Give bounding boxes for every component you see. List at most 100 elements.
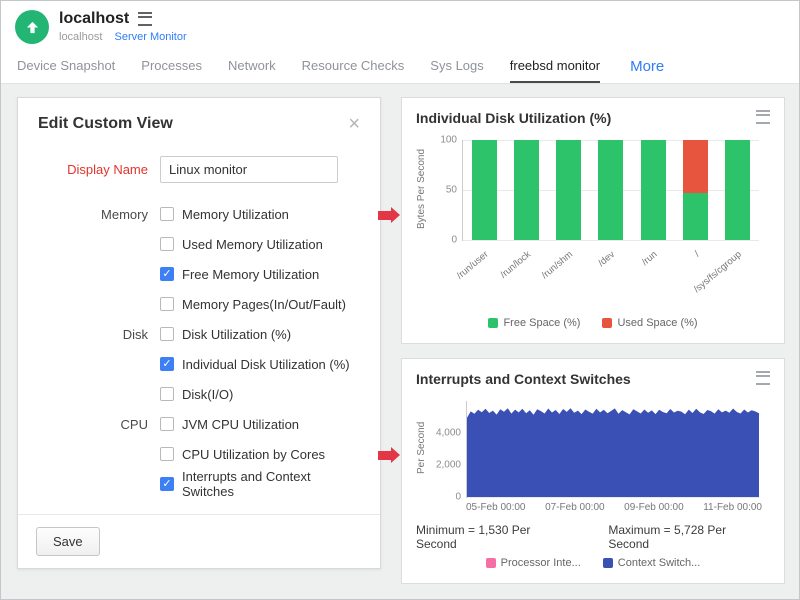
checkbox-cpu-utilization-by-cores[interactable]	[160, 447, 174, 461]
title-menu-icon[interactable]	[138, 12, 152, 26]
metric-label-used-memory-utilization: Used Memory Utilization	[182, 237, 323, 252]
legend-label: Free Space (%)	[503, 317, 580, 329]
maximum-value: Maximum = 5,728 Per Second	[608, 523, 770, 551]
metric-label-individual-disk-utilization: Individual Disk Utilization (%)	[182, 357, 350, 372]
checkbox-disk-utilization[interactable]	[160, 327, 174, 341]
x-label-col: /dev	[589, 244, 631, 286]
checkbox-individual-disk-utilization[interactable]	[160, 357, 174, 371]
metric-label-interrupts-and-context-switches: Interrupts and Context Switches	[182, 469, 362, 499]
gridline	[463, 240, 759, 241]
metric-row-disk-utilization: DiskDisk Utilization (%)	[36, 319, 362, 349]
tab-processes[interactable]: Processes	[141, 58, 202, 83]
x-category-label-run-user: /run/user	[454, 249, 490, 282]
breadcrumb-server-monitor[interactable]: Server Monitor	[114, 31, 186, 43]
bar-free-segment	[472, 140, 497, 240]
metric-row-jvm-cpu-utilization: CPUJVM CPU Utilization	[36, 409, 362, 439]
interrupts-card-menu-icon[interactable]	[756, 371, 770, 385]
x-label-col: /sys/fs/cgroup	[716, 244, 758, 286]
content-area: Edit Custom View × Display Name MemoryMe…	[1, 84, 799, 599]
area-series-svg	[467, 401, 759, 497]
tab-freebsd-monitor[interactable]: freebsd monitor	[510, 58, 600, 83]
interrupts-y-axis-label: Per Second	[416, 399, 427, 497]
bar-used-segment	[683, 140, 708, 193]
legend-item-used-space[interactable]: Used Space (%)	[602, 317, 697, 329]
group-label-cpu: CPU	[36, 417, 160, 432]
interrupts-summary: Minimum = 1,530 Per Second Maximum = 5,7…	[416, 523, 770, 551]
bar-free-segment	[641, 140, 666, 240]
legend-label: Context Switch...	[618, 557, 701, 569]
minimum-value: Minimum = 1,530 Per Second	[416, 523, 574, 551]
tab-resource-checks[interactable]: Resource Checks	[302, 58, 405, 83]
bar-dev[interactable]	[598, 140, 623, 240]
interrupts-chart: Per Second 02,0004,000 05-Feb 00:00 07-Fe…	[416, 397, 770, 515]
title-block: localhost localhost Server Monitor	[59, 10, 187, 43]
metric-label-memory-pages-in-out-fault: Memory Pages(In/Out/Fault)	[182, 297, 346, 312]
metric-row-interrupts-and-context-switches: Interrupts and Context Switches	[36, 469, 362, 499]
x-time-label-07-feb-00-00: 07-Feb 00:00	[545, 502, 605, 513]
y-tick-label: 50	[446, 185, 457, 196]
nav-tabs: Device Snapshot Processes Network Resource …	[1, 51, 799, 84]
y-tick-label: 100	[440, 135, 457, 146]
bar-run-lock[interactable]	[514, 140, 539, 240]
pointer-arrow-interrupts-chart	[378, 451, 391, 460]
x-category-label-: /	[693, 249, 702, 259]
disk-utilization-card: Individual Disk Utilization (%) Bytes Pe…	[401, 97, 785, 344]
legend-label: Processor Inte...	[501, 557, 581, 569]
x-time-label-05-feb-00-00: 05-Feb 00:00	[466, 502, 526, 513]
interrupts-card-header: Interrupts and Context Switches	[416, 371, 770, 387]
y-tick-label: 2,000	[436, 460, 461, 471]
panel-body: Display Name MemoryMemory UtilizationUse…	[18, 144, 380, 514]
panel-title: Edit Custom View	[38, 115, 173, 133]
legend-item-free-space[interactable]: Free Space (%)	[488, 317, 580, 329]
disk-plot: 050100	[462, 140, 759, 241]
metric-groups: MemoryMemory UtilizationUsed Memory Util…	[36, 199, 362, 499]
legend-item-processor-inte[interactable]: Processor Inte...	[486, 557, 581, 569]
tab-sys-logs[interactable]: Sys Logs	[430, 58, 483, 83]
checkbox-disk-i-o[interactable]	[160, 387, 174, 401]
y-tick-label: 0	[451, 235, 457, 246]
tab-network[interactable]: Network	[228, 58, 276, 83]
legend-swatch	[488, 318, 498, 328]
interrupts-plot: 02,0004,000	[466, 401, 759, 498]
checkbox-interrupts-and-context-switches[interactable]	[160, 477, 174, 491]
interrupts-card-title: Interrupts and Context Switches	[416, 371, 631, 387]
bar-run-user[interactable]	[472, 140, 497, 240]
checkbox-used-memory-utilization[interactable]	[160, 237, 174, 251]
nav-more[interactable]: More	[630, 58, 664, 83]
x-label-col: /run	[631, 244, 673, 286]
app-window: localhost localhost Server Monitor Devic…	[0, 0, 800, 600]
legend-item-context-switch[interactable]: Context Switch...	[603, 557, 701, 569]
save-button[interactable]: Save	[36, 527, 100, 556]
metric-label-memory-utilization: Memory Utilization	[182, 207, 289, 222]
up-arrow-icon	[24, 19, 41, 36]
checkbox-memory-pages-in-out-fault[interactable]	[160, 297, 174, 311]
metric-row-disk-i-o: Disk(I/O)	[36, 379, 362, 409]
display-name-input[interactable]	[160, 156, 338, 183]
display-name-label: Display Name	[36, 162, 160, 177]
bar-run[interactable]	[641, 140, 666, 240]
breadcrumb-host[interactable]: localhost	[59, 31, 102, 43]
bar-free-segment	[683, 193, 708, 240]
bar-[interactable]	[683, 140, 708, 240]
bar-column-run-user	[463, 140, 505, 240]
interrupts-legend: Processor Inte... Context Switch...	[416, 557, 770, 571]
disk-card-header: Individual Disk Utilization (%)	[416, 110, 770, 126]
bar-free-segment	[556, 140, 581, 240]
bar-column-	[674, 140, 716, 240]
header: localhost localhost Server Monitor	[1, 1, 799, 51]
disk-card-menu-icon[interactable]	[756, 110, 770, 124]
checkbox-memory-utilization[interactable]	[160, 207, 174, 221]
bar-free-segment	[598, 140, 623, 240]
disk-chart: Bytes Per Second 050100 /run/user/run/lo…	[416, 138, 770, 286]
checkbox-free-memory-utilization[interactable]	[160, 267, 174, 281]
panel-header: Edit Custom View ×	[18, 98, 380, 144]
checkbox-jvm-cpu-utilization[interactable]	[160, 417, 174, 431]
bar-free-segment	[725, 140, 750, 240]
bar-sys-fs-cgroup[interactable]	[725, 140, 750, 240]
tab-device-snapshot[interactable]: Device Snapshot	[17, 58, 115, 83]
disk-bars	[463, 140, 759, 240]
disk-y-axis-label: Bytes Per Second	[416, 140, 427, 238]
legend-swatch	[603, 558, 613, 568]
close-icon[interactable]: ×	[348, 114, 360, 134]
bar-run-shm[interactable]	[556, 140, 581, 240]
